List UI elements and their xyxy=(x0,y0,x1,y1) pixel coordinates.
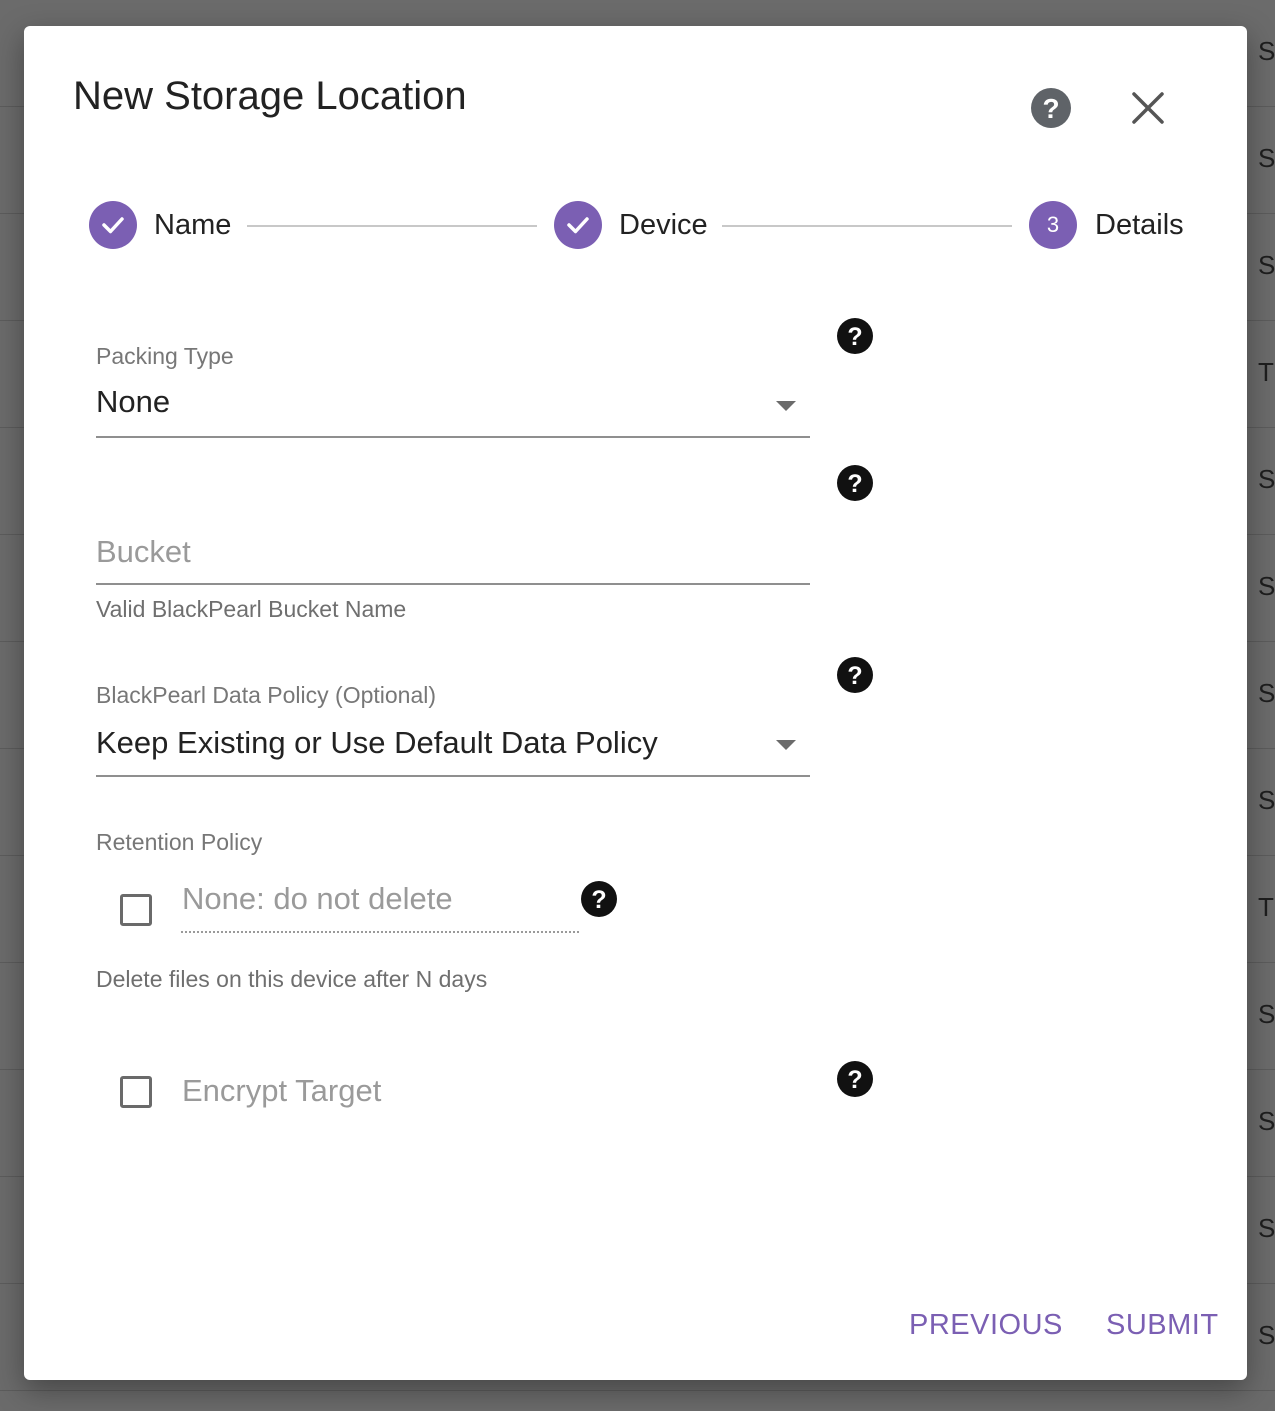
step-connector xyxy=(722,225,1012,227)
new-storage-location-dialog: New Storage Location ? Name Device 3 Det… xyxy=(24,26,1247,1380)
list-item-text: S xyxy=(1258,999,1275,1029)
encrypt-target-checkbox[interactable] xyxy=(120,1076,152,1108)
step-details-label: Details xyxy=(1095,209,1184,241)
packing-type-help-icon[interactable]: ? xyxy=(836,317,874,355)
bucket-helper-text: Valid BlackPearl Bucket Name xyxy=(96,596,407,622)
list-item-text: S xyxy=(1258,678,1275,708)
packing-type-label: Packing Type xyxy=(96,343,234,369)
list-item-text: S xyxy=(1258,1320,1275,1350)
dialog-title: New Storage Location xyxy=(73,74,467,118)
packing-type-underline xyxy=(96,436,810,438)
encrypt-help-icon[interactable]: ? xyxy=(836,1060,874,1098)
svg-text:?: ? xyxy=(847,470,862,498)
list-item-text: S xyxy=(1258,464,1275,494)
encrypt-target-label[interactable]: Encrypt Target xyxy=(182,1073,381,1109)
list-item-text: S xyxy=(1258,143,1275,173)
chevron-down-icon[interactable] xyxy=(776,401,796,411)
data-policy-underline xyxy=(96,775,810,777)
list-item-text: S xyxy=(1258,785,1275,815)
list-item-text: T xyxy=(1258,892,1274,922)
step-device-circle xyxy=(554,201,602,249)
list-item-text: T xyxy=(1258,357,1274,387)
retention-policy-label: Retention Policy xyxy=(96,829,263,855)
step-connector xyxy=(247,225,537,227)
step-details-circle: 3 xyxy=(1029,201,1077,249)
retention-help-icon[interactable]: ? xyxy=(580,880,618,918)
data-policy-label: BlackPearl Data Policy (Optional) xyxy=(96,682,437,708)
bucket-underline xyxy=(96,583,810,585)
step-device-label: Device xyxy=(619,209,708,241)
retention-underline xyxy=(181,931,579,933)
data-policy-select[interactable]: Keep Existing or Use Default Data Policy xyxy=(96,725,658,761)
svg-text:?: ? xyxy=(847,662,862,690)
svg-text:?: ? xyxy=(847,323,862,351)
check-icon xyxy=(567,217,589,234)
svg-text:?: ? xyxy=(1042,93,1059,124)
submit-button[interactable]: SUBMIT xyxy=(1106,1309,1219,1342)
data-policy-help-icon[interactable]: ? xyxy=(836,656,874,694)
list-item-text: S xyxy=(1258,571,1275,601)
step-name-circle xyxy=(89,201,137,249)
retention-policy-checkbox[interactable] xyxy=(120,894,152,926)
list-item-text: S xyxy=(1258,1213,1275,1243)
help-circle-icon[interactable]: ? xyxy=(1030,87,1072,129)
previous-button[interactable]: PREVIOUS xyxy=(909,1309,1063,1342)
svg-text:?: ? xyxy=(847,1066,862,1094)
bucket-input[interactable]: Bucket xyxy=(96,534,191,570)
step-name-label: Name xyxy=(154,209,232,241)
chevron-down-icon[interactable] xyxy=(776,740,796,750)
check-icon xyxy=(102,217,124,234)
retention-days-input[interactable]: None: do not delete xyxy=(182,881,453,917)
list-item-text: S xyxy=(1258,36,1275,66)
step-number: 3 xyxy=(1046,212,1060,237)
bucket-help-icon[interactable]: ? xyxy=(836,464,874,502)
list-item-text: S xyxy=(1258,1106,1275,1136)
list-item-text: S xyxy=(1258,250,1275,280)
close-icon[interactable] xyxy=(1128,88,1168,128)
svg-text:?: ? xyxy=(591,886,606,914)
retention-helper-text: Delete files on this device after N days xyxy=(96,966,488,992)
packing-type-select[interactable]: None xyxy=(96,384,170,420)
